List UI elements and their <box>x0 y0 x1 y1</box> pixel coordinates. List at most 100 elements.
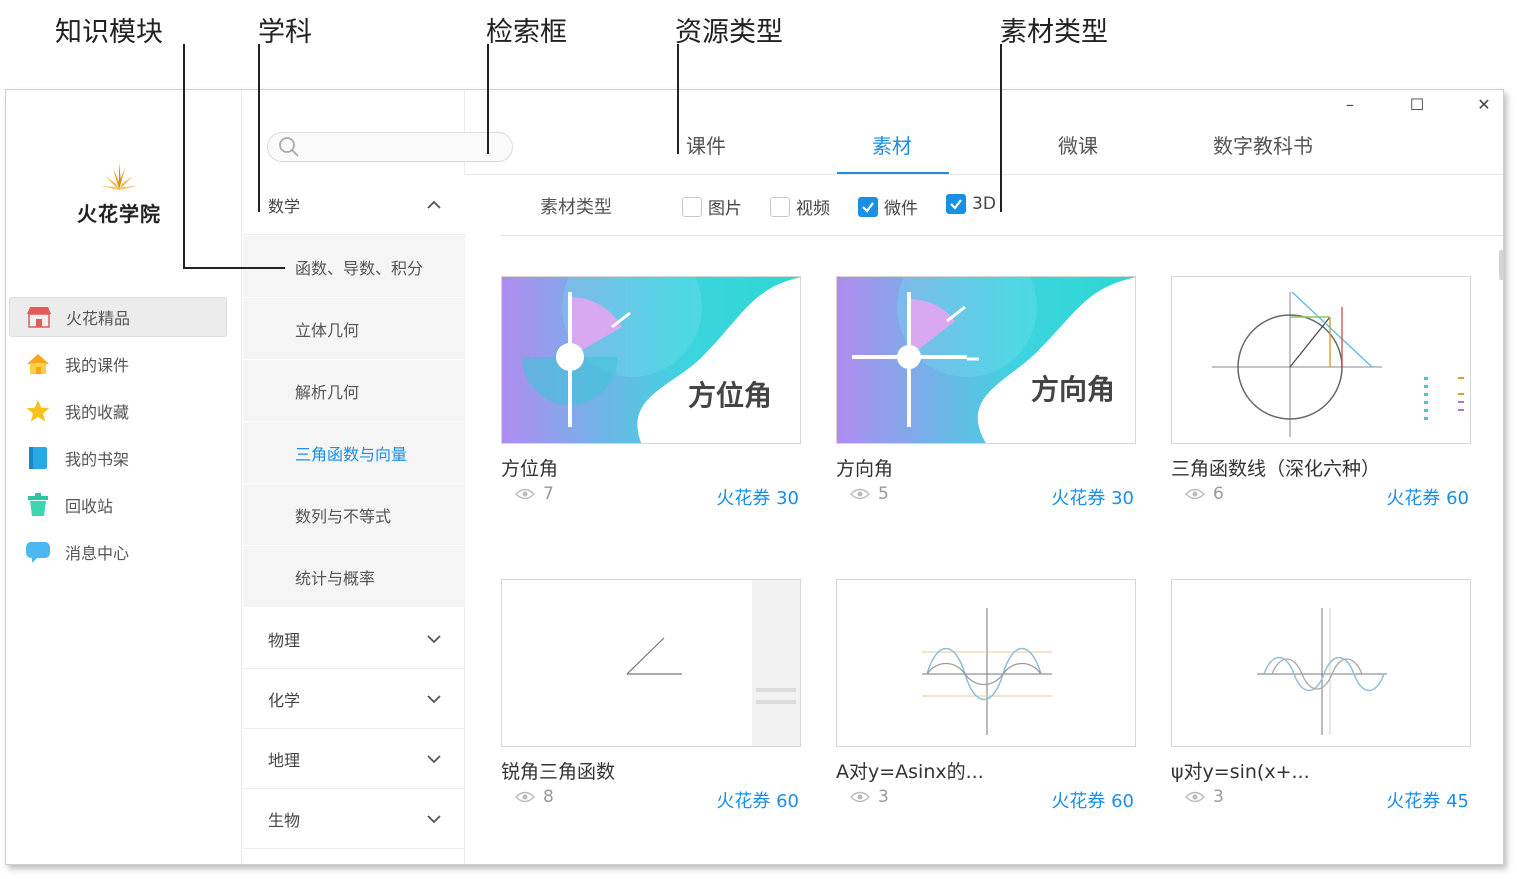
subject-label: 生物 <box>268 810 301 830</box>
scrollbar-thumb[interactable] <box>1499 250 1503 280</box>
module-analytic-geometry[interactable]: 解析几何 <box>243 360 465 422</box>
views-value: 8 <box>543 787 554 807</box>
card-price: 火花券 45 <box>1386 791 1469 812</box>
material-card[interactable]: A对y=Asinx的... 3 火花券 60 <box>836 579 1136 812</box>
app-window: – ☐ ✕ 火花学院 火花精品 我的课件 我的收藏 我的书架 回收站 消息中心 … <box>5 89 1504 865</box>
module-trigonometry-vectors[interactable]: 三角函数与向量 <box>243 422 465 484</box>
filter-divider <box>501 235 1503 236</box>
subject-chemistry[interactable]: 化学 <box>243 669 465 729</box>
tab-digital-textbook[interactable]: 数字教科书 <box>1213 130 1313 159</box>
search-input[interactable] <box>304 137 500 157</box>
module-statistics-probability[interactable]: 统计与概率 <box>243 546 465 608</box>
nav-item-my-courseware[interactable]: 我的课件 <box>9 344 227 384</box>
logo: 火花学院 <box>64 162 174 227</box>
callout-search-box: 检索框 <box>486 17 567 48</box>
nav-item-recycle-bin[interactable]: 回收站 <box>9 485 227 525</box>
card-thumbnail: 方向角 <box>836 276 1136 444</box>
message-icon <box>25 540 51 564</box>
card-title: 三角函数线（深化六种） <box>1171 458 1381 480</box>
close-button[interactable]: ✕ <box>1466 94 1502 116</box>
card-meta: 5 火花券 30 <box>836 484 1136 509</box>
eye-icon <box>1185 488 1205 500</box>
view-count: 6 <box>1185 484 1224 504</box>
checkbox-image[interactable]: 图片 <box>682 194 742 219</box>
leader-line-knowledge-module-h <box>183 267 285 269</box>
subject-math[interactable]: 数学 <box>243 175 465 235</box>
view-count: 3 <box>850 787 889 807</box>
material-card[interactable]: ψ对y=sin(x+... 3 火花券 45 <box>1171 579 1471 812</box>
card-meta: 3 火花券 60 <box>836 787 1136 812</box>
card-meta: 6 火花券 60 <box>1171 484 1471 509</box>
views-value: 5 <box>878 484 889 504</box>
checkbox-box <box>770 196 790 217</box>
card-thumbnail <box>501 579 801 747</box>
checkbox-video[interactable]: 视频 <box>770 194 830 219</box>
minimize-button[interactable]: – <box>1332 94 1368 116</box>
leader-line-knowledge-module <box>183 44 185 268</box>
nav-item-my-bookshelf[interactable]: 我的书架 <box>9 438 227 478</box>
subject-label: 数学 <box>268 196 301 216</box>
eye-icon <box>1185 791 1205 803</box>
subject-geography[interactable]: 地理 <box>243 729 465 789</box>
nav-list: 火花精品 我的课件 我的收藏 我的书架 回收站 消息中心 <box>9 297 227 579</box>
nav-item-my-favorites[interactable]: 我的收藏 <box>9 391 227 431</box>
checkbox-box <box>946 194 966 214</box>
chevron-down-icon <box>427 635 441 644</box>
material-card[interactable]: 方位角 方位角 7 火花券 30 <box>501 276 801 509</box>
chevron-up-icon <box>427 200 441 209</box>
view-count: 8 <box>515 787 554 807</box>
card-title: 锐角三角函数 <box>501 761 616 783</box>
home-icon <box>25 352 51 376</box>
subject-physics[interactable]: 物理 <box>243 609 465 669</box>
book-icon <box>25 446 51 470</box>
maximize-button[interactable]: ☐ <box>1399 94 1435 116</box>
views-value: 7 <box>543 484 554 504</box>
card-cover-image <box>502 580 800 746</box>
card-meta: 3 火花券 45 <box>1171 787 1471 812</box>
leader-line-resource-type <box>677 44 679 154</box>
subject-biology[interactable]: 生物 <box>243 789 465 849</box>
card-title: ψ对y=sin(x+... <box>1171 761 1310 783</box>
callout-subject: 学科 <box>258 17 312 48</box>
left-nav: 火花学院 火花精品 我的课件 我的收藏 我的书架 回收站 消息中心 <box>6 90 242 864</box>
chevron-down-icon <box>427 755 441 764</box>
nav-label: 回收站 <box>65 497 114 516</box>
card-meta: 7 火花券 30 <box>501 484 801 509</box>
card-thumbnail <box>1171 276 1471 444</box>
views-value: 3 <box>878 787 889 807</box>
view-count: 3 <box>1185 787 1224 807</box>
card-title: 方向角 <box>836 458 894 480</box>
module-sequences-inequalities[interactable]: 数列与不等式 <box>243 484 465 546</box>
card-cover-image <box>1172 277 1470 443</box>
material-card[interactable]: 三角函数线（深化六种） 6 火花券 60 <box>1171 276 1471 509</box>
nav-label: 我的书架 <box>65 450 130 469</box>
checkbox-box <box>858 196 878 217</box>
nav-label: 消息中心 <box>65 544 130 563</box>
nav-item-message-center[interactable]: 消息中心 <box>9 532 227 572</box>
checkbox-widget[interactable]: 微件 <box>858 194 918 219</box>
cover-text: 方向角 <box>1031 373 1115 406</box>
tab-micro-course[interactable]: 微课 <box>1058 130 1098 159</box>
material-card[interactable]: 锐角三角函数 8 火花券 60 <box>501 579 801 812</box>
tab-courseware[interactable]: 课件 <box>686 130 726 159</box>
checkbox-label: 微件 <box>884 199 918 219</box>
card-price: 火花券 30 <box>716 488 799 509</box>
card-cover-image <box>837 580 1135 746</box>
search-box[interactable] <box>267 132 513 162</box>
checkbox-3d[interactable]: 3D <box>946 194 996 214</box>
checkmark-icon <box>950 199 962 210</box>
subject-label: 化学 <box>268 690 301 710</box>
callout-material-type: 素材类型 <box>1000 17 1108 48</box>
stage: 知识模块 学科 检索框 资源类型 素材类型 – ☐ ✕ 火花学院 火花精品 我的… <box>0 0 1517 879</box>
callout-knowledge-module: 知识模块 <box>55 17 163 48</box>
tab-material[interactable]: 素材 <box>872 130 912 159</box>
card-cover-image <box>1172 580 1470 746</box>
chevron-down-icon <box>427 815 441 824</box>
module-solid-geometry[interactable]: 立体几何 <box>243 298 465 360</box>
checkbox-label: 3D <box>972 194 996 214</box>
card-price: 火花券 30 <box>1051 488 1134 509</box>
nav-item-huohua-premium[interactable]: 火花精品 <box>9 297 227 337</box>
card-price: 火花券 60 <box>716 791 799 812</box>
checkmark-icon <box>862 201 874 213</box>
material-card[interactable]: 方向角 方向角 5 火花券 30 <box>836 276 1136 509</box>
